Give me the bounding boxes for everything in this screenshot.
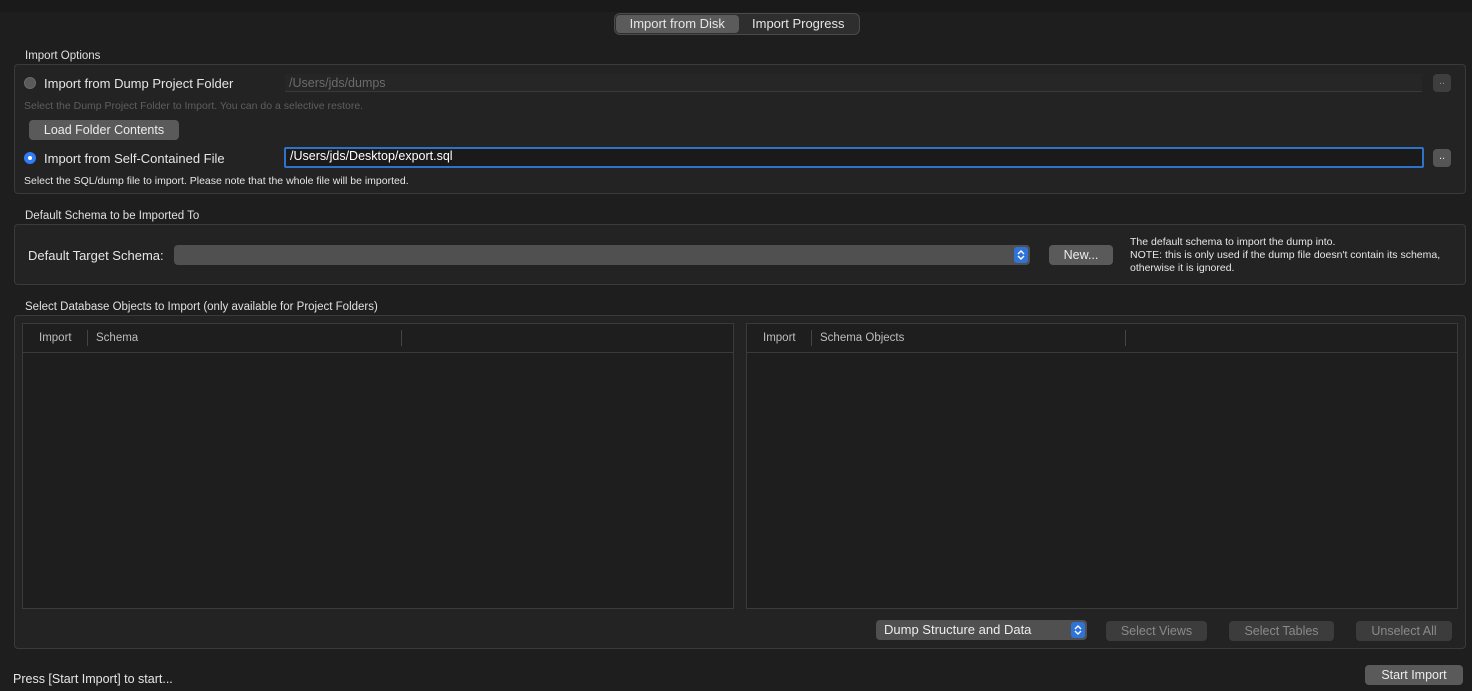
dump-folder-browse-button[interactable]: ..	[1433, 74, 1451, 92]
dump-folder-path-field[interactable]: /Users/jds/dumps	[285, 74, 1422, 92]
column-divider	[87, 330, 88, 346]
self-contained-radio-label[interactable]: Import from Self-Contained File	[44, 151, 225, 166]
self-contained-path-input[interactable]: /Users/jds/Desktop/export.sql	[284, 147, 1424, 168]
start-import-button[interactable]: Start Import	[1365, 665, 1463, 685]
window-top-strip	[0, 0, 1472, 12]
default-target-schema-label: Default Target Schema:	[28, 248, 164, 263]
dump-mode-select[interactable]: Dump Structure and Data	[876, 620, 1087, 640]
dump-mode-value: Dump Structure and Data	[884, 622, 1032, 637]
column-header-schema-objects[interactable]: Schema Objects	[820, 332, 904, 344]
default-schema-note-line: NOTE: this is only used if the dump file…	[1130, 249, 1441, 261]
objects-group-label: Select Database Objects to Import (only …	[25, 301, 378, 313]
tab-bar: Import from Disk Import Progress	[614, 13, 860, 35]
self-contained-radio[interactable]	[24, 152, 36, 164]
default-schema-note-line: The default schema to import the dump in…	[1130, 236, 1336, 248]
select-tables-button[interactable]: Select Tables	[1229, 621, 1334, 641]
default-target-schema-select[interactable]	[174, 245, 1030, 265]
schema-objects-table-header: Import Schema Objects	[747, 324, 1457, 353]
self-contained-hint: Select the SQL/dump file to import. Plea…	[24, 175, 409, 187]
self-contained-browse-button[interactable]: ..	[1433, 149, 1451, 167]
column-divider	[1125, 330, 1126, 346]
dump-folder-radio-label[interactable]: Import from Dump Project Folder	[44, 76, 233, 91]
column-header-import[interactable]: Import	[39, 332, 72, 344]
chevron-updown-icon	[1014, 247, 1028, 263]
default-schema-group-label: Default Schema to be Imported To	[25, 210, 200, 222]
status-text: Press [Start Import] to start...	[13, 672, 173, 686]
new-schema-button[interactable]: New...	[1049, 245, 1113, 265]
default-target-schema-value	[174, 247, 182, 262]
column-divider	[811, 330, 812, 346]
column-header-schema[interactable]: Schema	[96, 332, 138, 344]
dump-folder-hint: Select the Dump Project Folder to Import…	[24, 100, 364, 112]
schema-table-header: Import Schema	[23, 324, 733, 353]
column-divider	[401, 330, 402, 346]
unselect-all-button[interactable]: Unselect All	[1356, 621, 1452, 641]
default-schema-note-line: otherwise it is ignored.	[1130, 262, 1235, 274]
schema-objects-table[interactable]: Import Schema Objects	[746, 323, 1458, 609]
default-schema-note: The default schema to import the dump in…	[1130, 236, 1440, 275]
load-folder-contents-button[interactable]: Load Folder Contents	[29, 120, 179, 140]
column-header-import[interactable]: Import	[763, 332, 796, 344]
import-options-label: Import Options	[25, 50, 101, 62]
select-views-button[interactable]: Select Views	[1106, 621, 1207, 641]
dump-folder-radio[interactable]	[24, 77, 36, 89]
tab-import-from-disk[interactable]: Import from Disk	[616, 15, 739, 33]
chevron-updown-icon	[1071, 622, 1085, 638]
tab-import-progress[interactable]: Import Progress	[739, 15, 859, 33]
schema-table[interactable]: Import Schema	[22, 323, 734, 609]
